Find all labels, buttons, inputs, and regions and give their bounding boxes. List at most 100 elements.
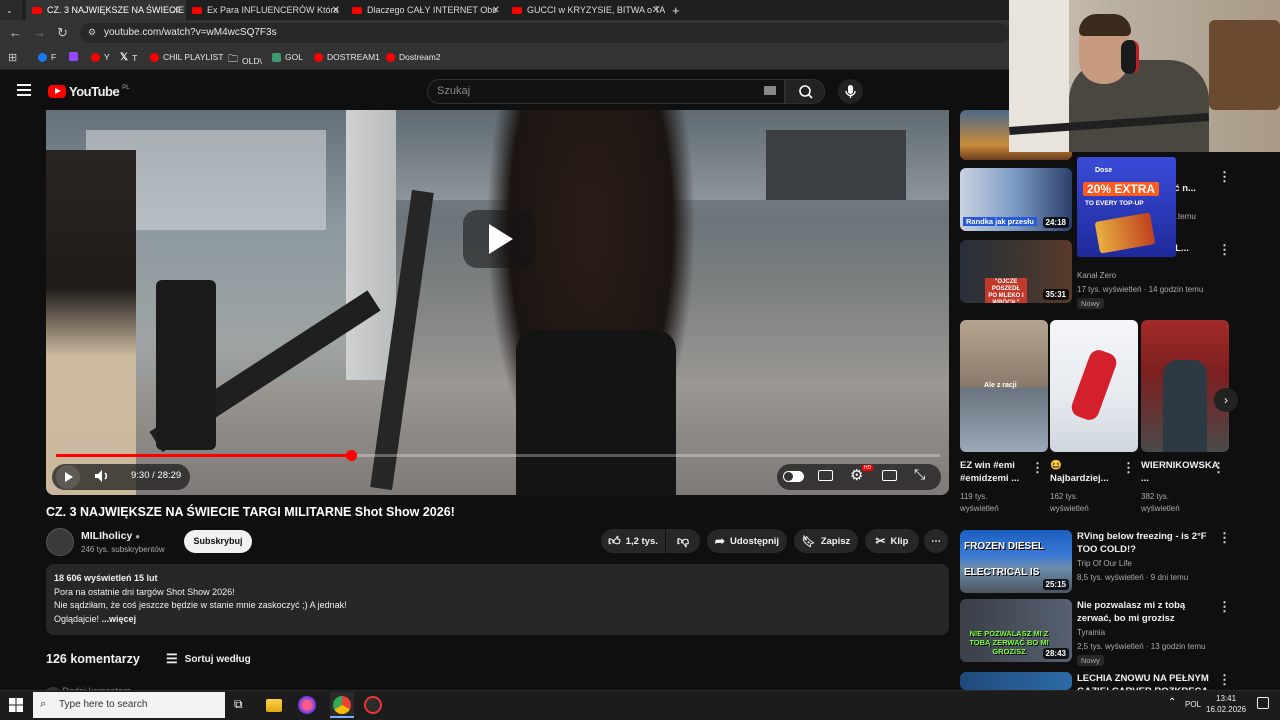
- more-actions-button[interactable]: ⋯: [924, 529, 948, 553]
- bookmark-8[interactable]: DOSTREAM1: [314, 52, 380, 62]
- more-icon[interactable]: ⋮: [1218, 242, 1231, 258]
- volume-button[interactable]: [92, 466, 112, 491]
- bookmark-2[interactable]: [69, 52, 78, 61]
- url-field[interactable]: youtube.com/watch?v=wM4wcSQ7F3s: [80, 23, 1010, 43]
- close-icon[interactable]: ✕: [172, 5, 180, 16]
- related-video-channel[interactable]: Kanał Zero: [1077, 271, 1116, 280]
- bookmark-3[interactable]: Y: [91, 52, 110, 62]
- video-player[interactable]: [46, 110, 949, 495]
- related-video-thumbnail[interactable]: "OJCZE POSZEDŁ PO MLEKO I WRÓCIŁ" 35:31: [960, 240, 1072, 303]
- clock[interactable]: 13:41 16.02.2026: [1206, 693, 1246, 715]
- related-video-title[interactable]: RVing below freezing - is 2°F TOO COLD!?: [1077, 530, 1212, 556]
- search-button[interactable]: [785, 79, 825, 104]
- related-video-thumbnail[interactable]: FROZEN DIESEL ELECTRICAL IS 25:15: [960, 530, 1072, 593]
- autoplay-toggle[interactable]: [783, 471, 804, 482]
- bookmark-4[interactable]: 𝕏T: [120, 52, 137, 63]
- share-button[interactable]: ➦ Udostępnij: [707, 529, 787, 553]
- keyboard-icon[interactable]: [764, 86, 776, 95]
- short-thumbnail[interactable]: [1141, 320, 1229, 452]
- tab-2[interactable]: Ex Para INFLUENCERÓW Która ✕: [186, 0, 346, 20]
- notification-icon[interactable]: [1257, 697, 1269, 709]
- tab-4[interactable]: GUCCI w KRYZYSIE, BITWA o TA ✕: [506, 0, 666, 20]
- webcam-person-hair: [1079, 14, 1131, 36]
- related-video-channel[interactable]: Tyrainia: [1077, 628, 1105, 637]
- sponsored-ad-banner[interactable]: Dose 20% EXTRA TO EVERY TOP-UP: [1077, 157, 1176, 257]
- app-icon[interactable]: [298, 696, 316, 714]
- back-icon[interactable]: ←: [9, 25, 22, 40]
- play-button[interactable]: [56, 465, 80, 489]
- chrome-taskbar-button[interactable]: [330, 692, 354, 718]
- taskbar-search[interactable]: Type here to search: [33, 692, 225, 718]
- site-info-icon[interactable]: ⚙: [88, 27, 96, 38]
- related-video-thumbnail[interactable]: Randka jak przesłu 24:18: [960, 168, 1072, 231]
- more-icon[interactable]: ⋮: [1218, 599, 1231, 615]
- sort-comments-button[interactable]: ☰ Sortuj według: [166, 651, 251, 667]
- theater-mode-icon[interactable]: [882, 470, 897, 481]
- more-icon[interactable]: ⋮: [1212, 460, 1225, 476]
- subtitles-icon[interactable]: [818, 470, 833, 481]
- youtube-icon: [32, 6, 42, 14]
- forward-icon[interactable]: →: [33, 25, 46, 40]
- task-view-icon[interactable]: ⧉: [234, 697, 243, 712]
- more-icon[interactable]: ⋮: [1122, 460, 1135, 476]
- start-button[interactable]: [9, 698, 23, 717]
- youtube-icon: [192, 6, 202, 14]
- short-views: 119 tys. wyświetleń: [960, 492, 999, 513]
- search-input[interactable]: Szukaj: [427, 79, 785, 104]
- channel-name[interactable]: MILIholicy ●: [81, 530, 140, 542]
- apps-grid-icon[interactable]: ⊞: [8, 51, 17, 64]
- file-explorer-icon[interactable]: [266, 699, 282, 712]
- subscribe-button[interactable]: Subskrybuj: [184, 530, 252, 553]
- language-indicator[interactable]: POL: [1185, 700, 1201, 709]
- close-icon[interactable]: ✕: [332, 5, 340, 16]
- description-box[interactable]: 18 606 wyświetleń 15 lut Pora na ostatni…: [46, 564, 949, 635]
- clip-button[interactable]: ✂ Klip: [865, 529, 919, 553]
- close-icon[interactable]: ✕: [652, 5, 660, 16]
- more-icon[interactable]: ⋮: [1031, 460, 1044, 476]
- short-title[interactable]: 😆 Najbardziej...: [1050, 459, 1120, 485]
- bookmark-6[interactable]: 🗀 OLD\: [228, 52, 262, 69]
- voice-search-button[interactable]: [838, 79, 863, 104]
- related-video-title[interactable]: LECHIA ZNOWU NA PEŁNYM GAZIE! CARVER ROZ…: [1077, 672, 1212, 690]
- big-play-button[interactable]: [463, 210, 535, 268]
- new-tab-button[interactable]: +: [666, 0, 682, 20]
- related-video-thumbnail[interactable]: [960, 672, 1072, 690]
- close-icon[interactable]: ✕: [492, 5, 500, 16]
- bookmark-9[interactable]: Dostream2: [386, 52, 441, 62]
- menu-icon[interactable]: [17, 84, 31, 96]
- youtube-icon: [150, 52, 159, 62]
- related-video-meta: 17 tys. wyświetleń · 14 godzin temu: [1077, 285, 1204, 294]
- reload-icon[interactable]: ↻: [57, 25, 68, 41]
- video-frame-person-body: [516, 330, 676, 495]
- facebook-icon: [38, 52, 47, 62]
- obs-icon[interactable]: [364, 696, 382, 714]
- tab-1[interactable]: CZ. 3 NAJWIĘKSZE NA ŚWIECIE ✕: [26, 0, 186, 20]
- show-more-link[interactable]: ...więcej: [102, 614, 137, 624]
- fullscreen-icon[interactable]: ⤡: [914, 466, 925, 483]
- bookmark-7[interactable]: GOL: [272, 52, 303, 62]
- short-thumbnail[interactable]: [1050, 320, 1138, 452]
- bookmark-1[interactable]: F: [38, 52, 56, 62]
- like-button[interactable]: 👍︎ 1,2 tys.: [601, 529, 665, 553]
- related-video-channel[interactable]: Trip Of Our Life: [1077, 559, 1132, 568]
- description-line: Nie sądziłam, że coś jeszcze będzie w st…: [54, 600, 347, 610]
- next-arrow-button[interactable]: ›: [1214, 388, 1238, 412]
- more-icon[interactable]: ⋮: [1218, 672, 1231, 688]
- folder-icon: 🗀: [228, 54, 238, 65]
- related-video-thumbnail[interactable]: NIE POZWALASZ MI Z TOBĄ ZERWAĆ BO MI GRO…: [960, 599, 1072, 662]
- short-title[interactable]: WIERNIKOWSKA ...: [1141, 459, 1218, 485]
- short-title[interactable]: EZ win #emi #emidzemi ...: [960, 459, 1030, 485]
- related-video-title[interactable]: Nie pozwalasz mi z tobą zerwać, bo mi gr…: [1077, 599, 1212, 625]
- chevron-up-icon[interactable]: ⌃: [1168, 697, 1176, 708]
- youtube-logo[interactable]: YouTube PL: [48, 84, 130, 99]
- dislike-button[interactable]: 👎︎: [666, 529, 700, 553]
- short-views: 382 tys. wyświetleń: [1141, 492, 1180, 513]
- short-thumbnail[interactable]: Ale z racji: [960, 320, 1048, 452]
- tab-search-button[interactable]: ⌄: [0, 0, 22, 20]
- bookmark-5[interactable]: CHIL PLAYLIST: [150, 52, 223, 62]
- tab-3[interactable]: Dlaczego CAŁY INTERNET Obs ✕: [346, 0, 506, 20]
- more-icon[interactable]: ⋮: [1218, 530, 1231, 546]
- more-icon[interactable]: ⋮: [1218, 169, 1231, 185]
- save-button[interactable]: 🔖︎ Zapisz: [794, 529, 858, 553]
- channel-avatar[interactable]: [46, 528, 74, 556]
